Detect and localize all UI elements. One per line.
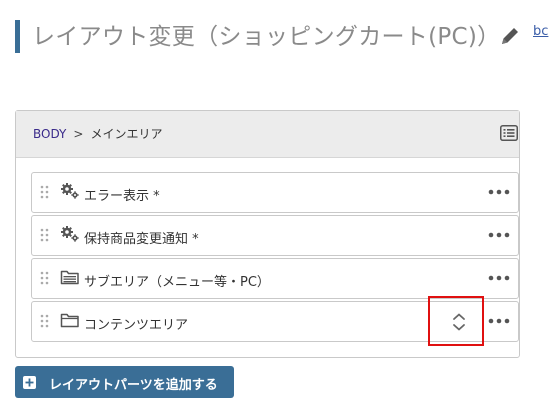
gears-icon [61, 183, 79, 199]
drag-handle-icon[interactable] [40, 185, 49, 199]
drag-handle-icon[interactable] [40, 314, 49, 328]
row-label: 保持商品変更通知 * [84, 232, 199, 247]
required-mark: * [153, 189, 160, 204]
highlight-box [428, 296, 484, 346]
row-label: コンテンツエリア [84, 318, 189, 333]
layout-part-row[interactable]: 保持商品変更通知 * [31, 215, 519, 256]
page-title: レイアウト変更（ショッピングカート(PC)） [32, 24, 501, 50]
folder-filled-icon [60, 270, 79, 285]
panel-header: BODY > メインエリア [16, 111, 519, 158]
more-options-icon[interactable] [488, 232, 510, 238]
folder-open-icon [60, 313, 79, 328]
row-label: エラー表示 * [84, 189, 160, 204]
more-options-icon[interactable] [488, 318, 510, 324]
title-accent-bar [15, 20, 20, 53]
breadcrumb: BODY > メインエリア [33, 125, 162, 142]
drag-handle-icon[interactable] [40, 271, 49, 285]
layout-part-row[interactable]: サブエリア（メニュー等・PC） [31, 258, 519, 299]
row-label: サブエリア（メニュー等・PC） [84, 275, 270, 290]
cut-off-link[interactable]: bc [533, 24, 548, 39]
add-layout-parts-button[interactable]: レイアウトパーツを追加する [15, 366, 234, 398]
drag-handle-icon[interactable] [40, 228, 49, 242]
pencil-icon[interactable] [499, 25, 521, 47]
add-layout-parts-label: レイアウトパーツを追加する [49, 378, 218, 393]
plus-square-icon [23, 376, 36, 389]
layout-part-row[interactable]: エラー表示 * [31, 172, 519, 213]
list-view-icon[interactable] [500, 125, 518, 141]
more-options-icon[interactable] [488, 275, 510, 281]
breadcrumb-separator: > [73, 127, 84, 141]
gears-icon [61, 226, 79, 242]
breadcrumb-body-link[interactable]: BODY [33, 127, 66, 141]
more-options-icon[interactable] [488, 189, 510, 195]
breadcrumb-current: メインエリア [90, 127, 163, 141]
required-mark: * [192, 232, 199, 247]
